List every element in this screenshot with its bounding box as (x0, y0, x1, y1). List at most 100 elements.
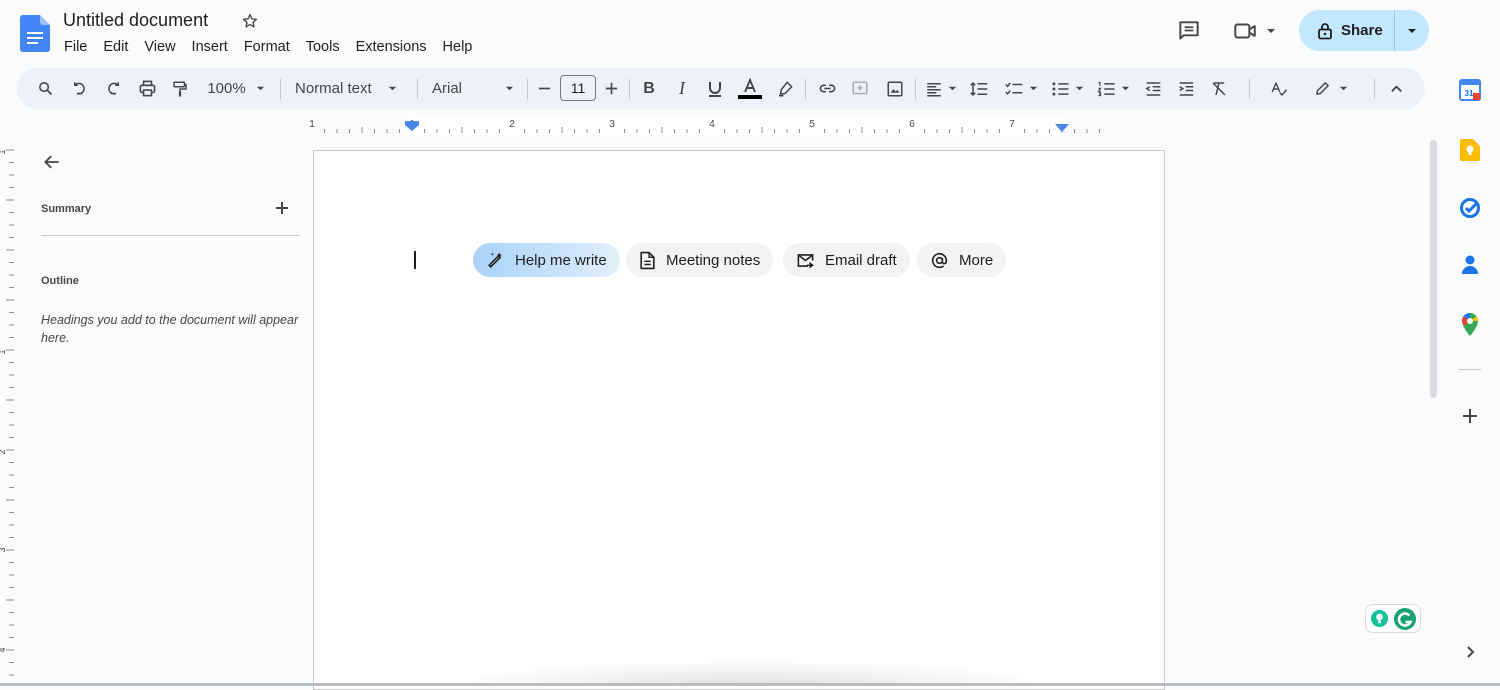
back-arrow-icon[interactable] (42, 152, 62, 172)
chevron-up-icon[interactable] (1385, 68, 1407, 109)
decrease-indent-icon[interactable] (1141, 68, 1165, 109)
maps-icon[interactable] (1440, 313, 1500, 337)
add-addon-icon[interactable] (1440, 407, 1500, 425)
scrollbar-thumb[interactable] (1430, 140, 1437, 398)
menu-file[interactable]: File (56, 37, 95, 57)
chevron-down-icon (1075, 86, 1083, 91)
chip-label: Meeting notes (666, 251, 761, 269)
share-dropdown-icon[interactable] (1395, 26, 1429, 36)
chevron-right-icon[interactable] (1440, 645, 1500, 659)
ruler-label: 1 (0, 149, 7, 154)
add-summary-icon[interactable] (274, 200, 290, 216)
meet-button[interactable] (1232, 18, 1276, 44)
menu-edit[interactable]: Edit (95, 37, 136, 57)
text-cursor (414, 251, 416, 269)
video-camera-icon (1234, 23, 1256, 39)
spelling-check-icon[interactable] (1267, 68, 1291, 109)
app-header: Untitled document File Edit View Insert … (0, 0, 1483, 66)
calendar-icon[interactable]: 31 (1440, 79, 1500, 101)
star-icon[interactable] (241, 12, 259, 30)
ruler-label: 3 (0, 547, 7, 552)
align-left-icon (927, 82, 941, 96)
email-draft-chip[interactable]: Email draft (783, 243, 910, 277)
menu-format[interactable]: Format (236, 37, 298, 57)
style-value: Normal text (295, 80, 372, 97)
increase-indent-icon[interactable] (1174, 68, 1198, 109)
share-button[interactable]: Share (1299, 10, 1394, 51)
document-title[interactable]: Untitled document (63, 10, 208, 31)
bulleted-list-select[interactable] (1047, 68, 1087, 109)
zoom-select[interactable]: 100% (201, 68, 271, 109)
side-panel-divider (1440, 369, 1500, 370)
toolbar-divider (527, 79, 528, 99)
document-outline-panel: Summary Outline Headings you add to the … (16, 134, 316, 686)
align-select[interactable] (922, 68, 960, 109)
grammarly-widget[interactable] (1365, 604, 1421, 633)
ruler-label: 2 (0, 449, 7, 454)
vertical-ruler: 1 1 2 3 4 (0, 140, 16, 686)
comments-icon[interactable] (1176, 18, 1202, 44)
toolbar-divider (805, 79, 806, 99)
side-panel: 31 (1440, 0, 1500, 686)
line-spacing-icon[interactable] (967, 68, 991, 109)
email-icon (797, 253, 814, 268)
editing-mode-select[interactable] (1311, 68, 1351, 109)
docs-logo-icon[interactable] (20, 15, 50, 52)
search-menus-icon[interactable] (33, 68, 57, 109)
sidebar-divider (41, 235, 300, 236)
ruler-label: 3 (609, 119, 615, 130)
ruler-label: 6 (909, 119, 915, 130)
ruler-label: 1 (310, 119, 315, 130)
decrease-font-size-icon[interactable] (535, 68, 553, 109)
summary-heading: Summary (41, 203, 92, 215)
menu-extensions[interactable]: Extensions (348, 37, 435, 57)
menu-insert[interactable]: Insert (184, 37, 236, 57)
increase-font-size-icon[interactable] (602, 68, 620, 109)
menu-view[interactable]: View (136, 37, 183, 57)
formatting-toolbar: 100% Normal text Arial 11 B I (17, 68, 1425, 109)
menu-help[interactable]: Help (435, 37, 481, 57)
contacts-icon[interactable] (1440, 254, 1500, 276)
text-color-icon[interactable] (737, 68, 763, 109)
clear-formatting-icon[interactable] (1207, 68, 1231, 109)
chevron-down-icon (948, 86, 957, 91)
menu-tools[interactable]: Tools (298, 37, 348, 57)
font-family-select[interactable]: Arial (432, 68, 514, 109)
chevron-down-icon (388, 86, 396, 91)
italic-icon[interactable]: I (671, 68, 693, 109)
chevron-down-icon (1339, 86, 1348, 91)
zoom-value: 100% (207, 80, 246, 97)
more-chip[interactable]: More (917, 243, 1007, 277)
toolbar-divider (629, 79, 630, 99)
ruler-label: 2 (509, 119, 515, 130)
bold-icon[interactable]: B (638, 68, 660, 109)
ruler-label: 1 (0, 349, 7, 354)
chevron-down-icon (256, 86, 264, 91)
insert-link-icon[interactable] (815, 68, 839, 109)
at-sign-icon (931, 252, 948, 268)
insert-image-icon[interactable] (883, 68, 907, 109)
checklist-select[interactable] (1001, 68, 1041, 109)
insert-comment-icon[interactable] (848, 68, 872, 109)
document-page[interactable]: Help me write Meeting notes Email draft … (313, 150, 1165, 690)
paragraph-style-select[interactable]: Normal text (295, 68, 403, 109)
grammarly-icon (1393, 607, 1416, 630)
keep-icon[interactable] (1440, 139, 1500, 161)
toolbar-divider (280, 79, 281, 99)
lightbulb-icon (1370, 609, 1388, 628)
redo-icon[interactable] (101, 68, 125, 109)
underline-icon[interactable] (704, 68, 726, 109)
chip-label: Help me write (515, 251, 607, 269)
meeting-notes-chip[interactable]: Meeting notes (626, 243, 774, 277)
tasks-icon[interactable] (1440, 197, 1500, 219)
paint-format-icon[interactable] (168, 68, 192, 109)
help-me-write-chip[interactable]: Help me write (473, 243, 620, 277)
toolbar-divider (1249, 79, 1250, 99)
numbered-list-select[interactable] (1093, 68, 1133, 109)
print-icon[interactable] (135, 68, 159, 109)
magic-pen-icon (488, 252, 503, 268)
toolbar-divider (915, 79, 916, 99)
font-size-input[interactable]: 11 (560, 75, 596, 101)
highlight-color-icon[interactable] (774, 68, 796, 109)
undo-icon[interactable] (68, 68, 92, 109)
